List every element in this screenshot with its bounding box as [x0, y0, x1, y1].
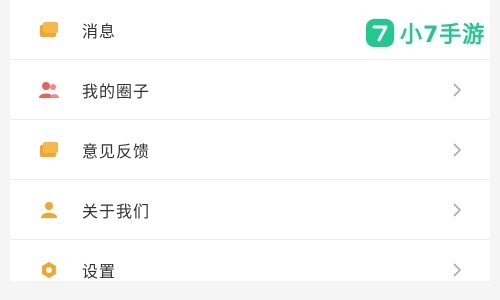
menu-item-feedback[interactable]: 意见反馈 — [10, 120, 490, 180]
menu-item-label: 关于我们 — [82, 201, 151, 221]
chevron-right-icon — [450, 200, 464, 220]
menu-item-label: 设置 — [82, 262, 117, 281]
watermark-7-icon — [366, 19, 394, 47]
chevron-right-icon — [450, 140, 464, 160]
menu-item-about-us[interactable]: 关于我们 — [10, 180, 490, 240]
watermark-text: 小7手游 — [400, 23, 486, 48]
feedback-icon — [38, 139, 60, 161]
menu-item-label: 消息 — [82, 21, 117, 41]
chevron-right-icon — [450, 80, 464, 100]
menu-item-label: 意见反馈 — [82, 141, 151, 161]
chevron-right-icon — [450, 260, 464, 280]
watermark-logo: 小7手游 — [366, 18, 485, 48]
menu-item-label: 我的圈子 — [82, 81, 151, 101]
menu-item-settings[interactable]: 设置 — [10, 240, 490, 300]
message-icon — [38, 19, 60, 41]
settings-gear-icon — [38, 259, 60, 281]
group-icon — [38, 79, 60, 101]
user-icon — [38, 199, 60, 221]
menu-item-my-circles[interactable]: 我的圈子 — [10, 60, 490, 120]
